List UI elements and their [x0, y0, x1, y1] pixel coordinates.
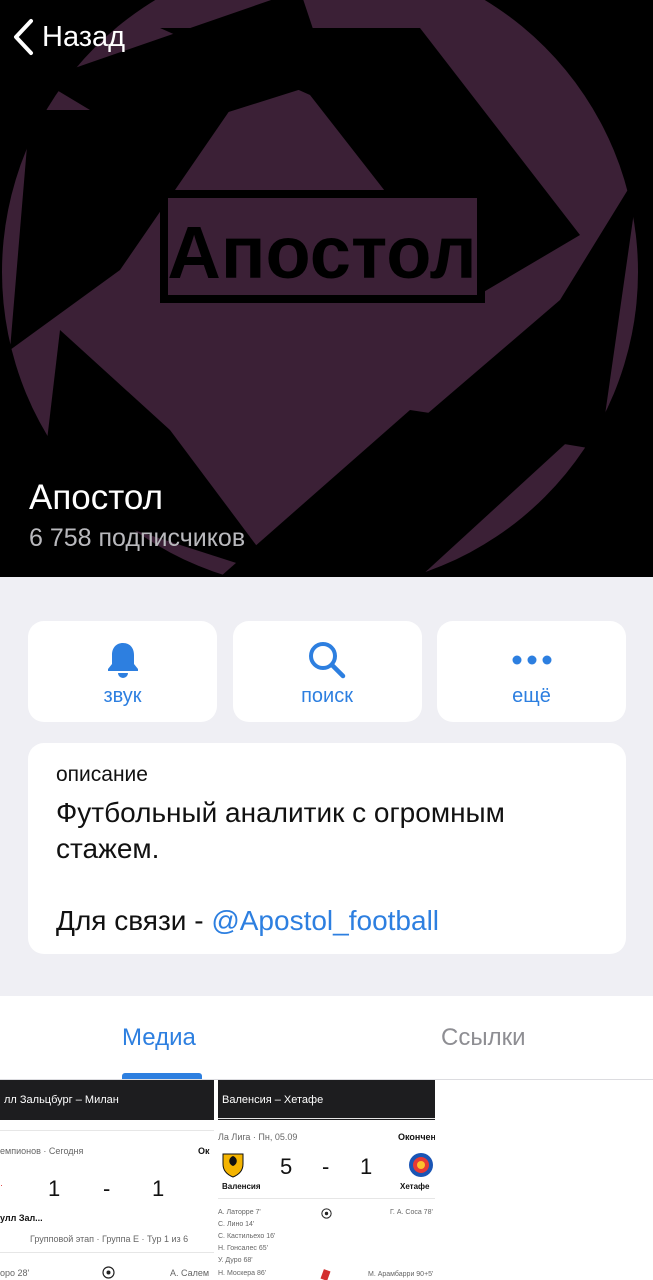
more-label: ещё [512, 685, 551, 707]
tab-links[interactable]: Ссылки [441, 1024, 526, 1052]
valencia-crest-icon [222, 1153, 244, 1178]
sound-label: звук [103, 685, 142, 707]
more-button[interactable]: ещё [437, 621, 626, 722]
team-home: Валенсия [222, 1182, 261, 1191]
description-text: Футбольный аналитик с огромным стажем. [56, 797, 505, 864]
team-away: Хетафе [400, 1182, 430, 1191]
league-info: Ла Лига · Пн, 05.09 [218, 1132, 298, 1142]
action-buttons: звук поиск ещё [28, 621, 626, 722]
description-card: описание Футбольный аналитик с огромным … [28, 743, 626, 954]
scorer-home: А. Латорре 7' [218, 1209, 261, 1216]
league-info: емпионов · Сегодня [0, 1146, 84, 1156]
scorer-home: С. Лино 14' [218, 1221, 255, 1228]
getafe-crest-icon [409, 1153, 433, 1177]
score-away: 1 [152, 1176, 165, 1201]
sound-button[interactable]: звук [28, 621, 217, 722]
media-grid: лл Зальцбург – Милан емпионов · Сегодня … [0, 1080, 653, 1280]
subscriber-count: 6 758 подписчиков [29, 524, 246, 552]
score-separator: - [103, 1176, 111, 1201]
match-status: Ок [198, 1146, 210, 1156]
team-name: улл Зал... [0, 1213, 43, 1223]
media-thumbnail[interactable]: Валенсия – Хетафе Ла Лига · Пн, 05.09 Ок… [218, 1080, 435, 1280]
back-button[interactable]: Назад [12, 18, 125, 56]
scorer-home: С. Кастильехо 16' [218, 1233, 276, 1240]
scorer-home: Н. Москера 86' [218, 1270, 267, 1277]
search-icon [309, 642, 346, 679]
scorer-home: Н. Гонсалес 65' [218, 1245, 268, 1252]
ball-icon [321, 1208, 332, 1219]
event-right: А. Салем [170, 1268, 210, 1278]
match-status: Окончен [398, 1132, 435, 1142]
score-home: 5 [280, 1154, 293, 1179]
logo-text: Апостол [167, 211, 476, 294]
divider [0, 1252, 214, 1253]
channel-name: Апостол [29, 478, 164, 517]
stage-info: Групповой этап · Группа E · Тур 1 из 6 [30, 1234, 189, 1244]
divider [218, 1118, 435, 1119]
bell-icon [107, 643, 138, 678]
event-right: М. Арамбарри 90+5' [368, 1271, 434, 1278]
contact-prefix: Для связи - [56, 905, 212, 936]
score-home: 1 [48, 1176, 61, 1201]
search-button[interactable]: поиск [232, 621, 422, 722]
tab-indicator [122, 1073, 202, 1079]
scorer-away: Г. А. Соса 78' [390, 1209, 433, 1216]
channel-header: Апостол Назад Апостол 6 758 подписчиков [0, 0, 653, 577]
card-marker: · [0, 1180, 3, 1190]
more-icon [512, 655, 551, 665]
score-away: 1 [360, 1154, 373, 1179]
tab-bar: Медиа Ссылки [0, 996, 653, 1080]
score-separator: - [322, 1154, 330, 1179]
tab-media[interactable]: Медиа [122, 1024, 196, 1052]
divider [218, 1198, 435, 1199]
contact-line: Для связи - @Apostol_football [56, 903, 598, 939]
chevron-left-icon [14, 19, 33, 55]
ball-icon [102, 1266, 115, 1279]
divider [0, 1130, 214, 1131]
media-thumbnail[interactable]: лл Зальцбург – Милан емпионов · Сегодня … [0, 1080, 216, 1280]
search-label: поиск [301, 685, 353, 707]
red-card-icon [320, 1269, 331, 1280]
match-header: лл Зальцбург – Милан [0, 1080, 214, 1120]
contact-link[interactable]: @Apostol_football [211, 905, 439, 936]
back-label: Назад [42, 20, 126, 53]
match-header: Валенсия – Хетафе [218, 1080, 435, 1120]
event-left: оро 28' [0, 1268, 30, 1278]
description-caption: описание [56, 763, 148, 786]
scorer-home: У. Дуро 68' [218, 1257, 253, 1264]
